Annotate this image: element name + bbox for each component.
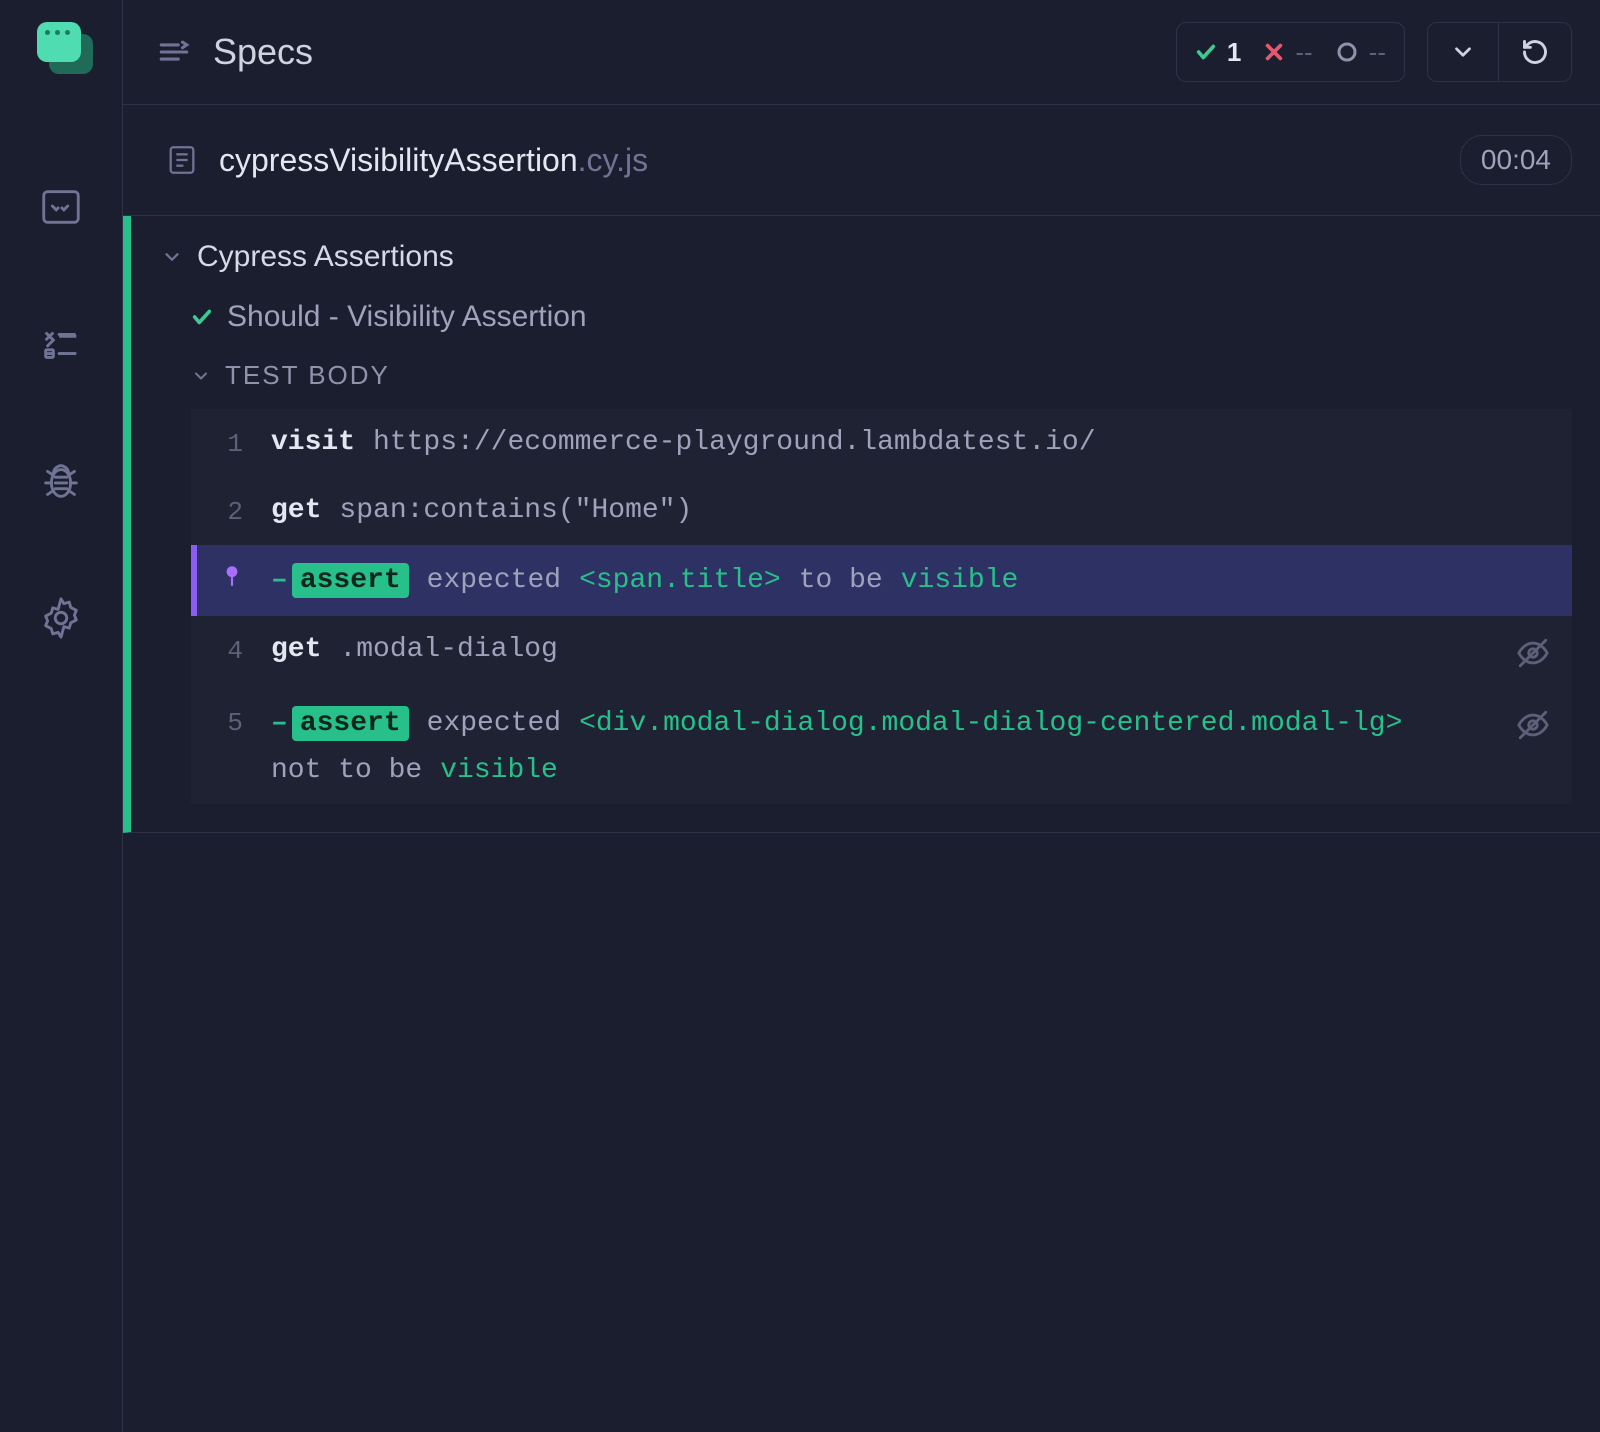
command-assert[interactable]: –assert expected <span.title> to be visible bbox=[191, 545, 1572, 616]
specs-nav-icon[interactable] bbox=[35, 181, 87, 233]
chevron-down-icon bbox=[161, 246, 183, 268]
command-content: get span:contains("Home") bbox=[271, 495, 1550, 526]
assert-dash: – bbox=[271, 708, 288, 739]
stat-passed-value: 1 bbox=[1227, 37, 1241, 68]
spec-name-text: cypressVisibilityAssertion bbox=[219, 142, 578, 178]
assert-selector: <div.modal-dialog.modal-dialog-centered.… bbox=[579, 708, 1402, 739]
spec-filename: cypressVisibilityAssertion.cy.js bbox=[219, 142, 648, 179]
collapse-icon[interactable] bbox=[157, 35, 191, 69]
stat-pending-value: -- bbox=[1369, 37, 1386, 68]
assert-condition: not to be bbox=[271, 755, 422, 786]
header: Specs 1 -- -- bbox=[123, 0, 1600, 105]
dropdown-button[interactable] bbox=[1427, 22, 1499, 82]
assert-selector: <span.title> bbox=[579, 565, 781, 596]
hidden-eye-icon bbox=[1516, 706, 1550, 742]
test-body-header[interactable]: TEST BODY bbox=[131, 360, 1600, 409]
command-content: visit https://ecommerce-playground.lambda… bbox=[271, 427, 1550, 458]
main-panel: Specs 1 -- -- bbox=[123, 0, 1600, 1432]
assert-badge: assert bbox=[292, 706, 409, 741]
assert-expected: expected bbox=[427, 708, 561, 739]
command-number: 5 bbox=[213, 706, 243, 738]
assert-condition: to be bbox=[799, 565, 883, 596]
assert-state: visible bbox=[440, 755, 558, 786]
command-row[interactable]: 2 get span:contains("Home") bbox=[191, 477, 1572, 545]
page-title: Specs bbox=[213, 31, 313, 73]
command-number: 1 bbox=[213, 427, 243, 459]
command-number: 2 bbox=[213, 495, 243, 527]
assert-expected: expected bbox=[427, 565, 561, 596]
chevron-down-icon bbox=[191, 366, 211, 386]
stat-failed-value: -- bbox=[1295, 37, 1312, 68]
assert-state: visible bbox=[901, 565, 1019, 596]
stat-pending: -- bbox=[1335, 37, 1386, 68]
cypress-logo[interactable] bbox=[37, 22, 85, 66]
hidden-eye-icon bbox=[1516, 634, 1550, 670]
rerun-button[interactable] bbox=[1499, 22, 1572, 82]
test-results-panel: Cypress Assertions Should - Visibility A… bbox=[123, 216, 1600, 833]
sidebar-nav bbox=[35, 181, 87, 644]
command-log: 1 visit https://ecommerce-playground.lambd… bbox=[191, 409, 1572, 804]
debug-nav-icon[interactable] bbox=[35, 455, 87, 507]
run-controls bbox=[1427, 22, 1572, 82]
test-body-label: TEST BODY bbox=[225, 360, 390, 391]
command-arg: .modal-dialog bbox=[339, 634, 557, 665]
duration-badge: 00:04 bbox=[1460, 135, 1572, 185]
command-content: –assert expected <span.title> to be visible bbox=[271, 563, 1550, 598]
stat-failed: -- bbox=[1263, 37, 1312, 68]
command-content: get .modal-dialog bbox=[271, 634, 1488, 665]
runs-nav-icon[interactable] bbox=[35, 318, 87, 370]
assert-badge: assert bbox=[292, 563, 409, 598]
suite-row[interactable]: Cypress Assertions bbox=[131, 240, 1600, 300]
stat-passed: 1 bbox=[1195, 37, 1241, 68]
spec-ext-text: .cy.js bbox=[578, 142, 649, 178]
settings-nav-icon[interactable] bbox=[35, 592, 87, 644]
command-method: get bbox=[271, 495, 321, 526]
command-method: get bbox=[271, 634, 321, 665]
command-number: 4 bbox=[213, 634, 243, 666]
command-assert[interactable]: 5–assert expected <div.modal-dialog.modal-… bbox=[191, 688, 1572, 804]
spec-header: cypressVisibilityAssertion.cy.js 00:04 bbox=[123, 105, 1600, 216]
assert-dash: – bbox=[271, 565, 288, 596]
test-stats: 1 -- -- bbox=[1176, 22, 1405, 82]
check-icon bbox=[191, 306, 213, 328]
command-method: visit bbox=[271, 427, 355, 458]
command-arg: https://ecommerce-playground.lambdatest.… bbox=[373, 427, 1096, 458]
command-row[interactable]: 1 visit https://ecommerce-playground.lambd… bbox=[191, 409, 1572, 477]
command-row[interactable]: 4 get .modal-dialog bbox=[191, 616, 1572, 688]
suite-title: Cypress Assertions bbox=[197, 240, 454, 274]
test-title: Should - Visibility Assertion bbox=[227, 300, 587, 334]
command-content: –assert expected <div.modal-dialog.modal-d… bbox=[271, 706, 1488, 786]
test-row[interactable]: Should - Visibility Assertion bbox=[131, 300, 1600, 360]
pin-icon bbox=[219, 563, 245, 589]
sidebar bbox=[0, 0, 123, 1432]
file-icon bbox=[165, 143, 199, 177]
command-arg: span:contains("Home") bbox=[339, 495, 692, 526]
app-root: Specs 1 -- -- bbox=[0, 0, 1600, 1432]
